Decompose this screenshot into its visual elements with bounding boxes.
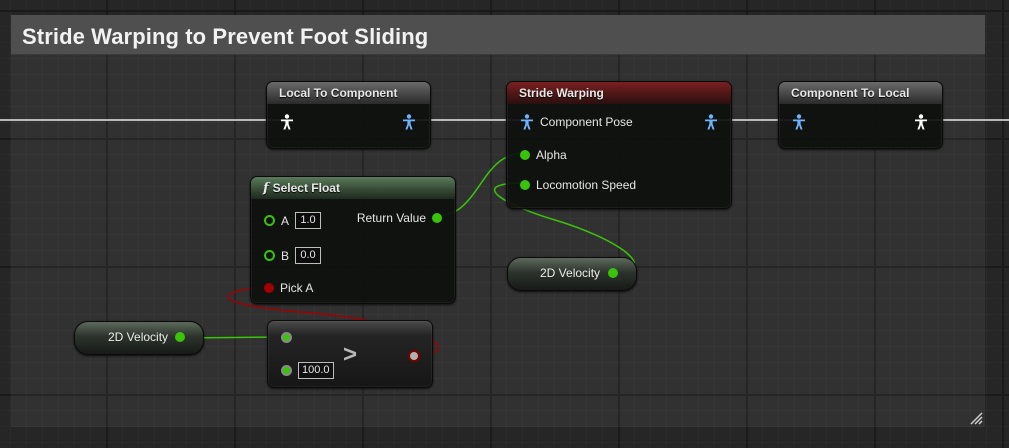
pick-a-pin[interactable]: Pick A [264, 281, 313, 295]
pin-b-label: B [281, 248, 290, 263]
pin-b-icon[interactable] [264, 250, 275, 261]
pin-a[interactable]: A 1.0 [264, 212, 322, 229]
alpha-label: Alpha [536, 148, 567, 162]
alpha-pin-icon[interactable] [520, 150, 530, 160]
pose-output-icon[interactable] [402, 114, 416, 130]
pin-b[interactable]: B 0.0 [264, 247, 322, 264]
stride-warping-node[interactable]: Stride Warping Component Pose Alpha Loco… [506, 81, 732, 209]
locomotion-speed-label: Locomotion Speed [536, 178, 637, 192]
return-value-pin-icon[interactable] [432, 213, 442, 223]
function-icon: f [263, 181, 269, 196]
component-to-local-title: Component To Local [779, 82, 942, 104]
locomotion-speed-pin[interactable]: Locomotion Speed [520, 178, 636, 192]
pose-output-icon[interactable] [704, 114, 718, 130]
greater-than-operator: > [343, 341, 358, 368]
pose-input-icon[interactable] [280, 114, 294, 130]
compare-result-pin-icon[interactable] [408, 350, 420, 362]
stride-warping-title: Stride Warping [507, 82, 731, 104]
alpha-pin[interactable]: Alpha [520, 148, 567, 162]
local-to-component-title: Local To Component [267, 82, 430, 104]
compare-b-pin[interactable]: 100.0 [281, 362, 334, 379]
component-pose-label: Component Pose [540, 115, 633, 129]
pin-a-icon[interactable] [264, 215, 275, 226]
greater-than-node[interactable]: > 100.0 [267, 320, 433, 388]
compare-b-pin-icon[interactable] [281, 365, 292, 376]
pin-b-value-field[interactable]: 0.0 [295, 247, 322, 264]
compare-a-pin-icon[interactable] [281, 332, 292, 343]
pin-a-label: A [281, 213, 290, 228]
pose-output-icon[interactable] [914, 114, 928, 130]
component-to-local-node[interactable]: Component To Local [778, 81, 943, 149]
connection-wires [0, 119, 1009, 356]
pin-a-value-field[interactable]: 1.0 [295, 212, 322, 229]
return-value-label: Return Value [356, 211, 426, 225]
velocity-variable-node[interactable]: 2D Velocity [507, 257, 637, 291]
compare-b-value-field[interactable]: 100.0 [298, 362, 334, 379]
velocity-variable-node[interactable]: 2D Velocity [74, 321, 204, 355]
velocity-variable-label: 2D Velocity [108, 330, 169, 344]
component-pose-pin[interactable]: Component Pose [520, 114, 633, 130]
local-to-component-node[interactable]: Local To Component [266, 81, 431, 149]
pick-a-label: Pick A [280, 281, 314, 295]
velocity-output-pin-icon[interactable] [608, 268, 618, 278]
locomotion-speed-pin-icon[interactable] [520, 180, 530, 190]
pose-input-icon[interactable] [520, 114, 534, 130]
return-value-pin[interactable]: Return Value [357, 211, 442, 225]
select-float-node[interactable]: f Select Float A 1.0 Return Value B 0.0 P… [250, 176, 456, 304]
velocity-output-pin-icon[interactable] [175, 332, 185, 342]
select-float-header: f Select Float [251, 177, 455, 199]
select-float-title: Select Float [272, 181, 340, 195]
velocity-variable-label: 2D Velocity [540, 266, 601, 280]
pose-input-icon[interactable] [792, 114, 806, 130]
pick-a-pin-icon[interactable] [264, 283, 274, 293]
